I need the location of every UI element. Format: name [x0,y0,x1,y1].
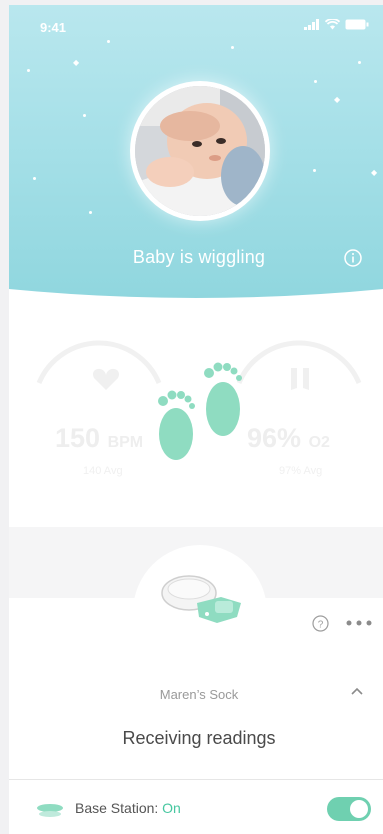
star-icon: ◆ [334,95,341,104]
help-icon[interactable]: ? [312,615,329,632]
header: 9:41 ◆ ◆ ◆ Baby is wiggling [9,5,383,305]
base-station-label: Base Station: On [75,800,181,816]
device-card [9,598,383,834]
baby-illustration [135,86,265,216]
toggle-knob [350,800,368,818]
baby-photo-image [135,86,265,216]
sock-device-icon [161,575,241,623]
vitals-gauges: 150 BPM 140 Avg 96% O2 97% Avg [9,323,383,528]
more-icon[interactable] [346,619,372,627]
status-icons [304,19,369,30]
battery-icon [345,19,369,30]
svg-text:?: ? [318,620,324,631]
signal-icon [304,19,319,30]
device-name: Maren’s Sock [159,687,239,702]
sparkle [107,40,110,43]
app-screen: 9:41 ◆ ◆ ◆ Baby is wiggling 150 BPM 140 … [9,5,383,834]
base-station-icon [37,804,63,817]
heart-rate-average: 140 Avg [83,465,123,477]
status-time: 9:41 [40,20,67,35]
sparkle [314,80,317,83]
star-icon: ◆ [371,168,378,177]
reading-status: Receiving readings [122,728,276,748]
wifi-icon [325,19,340,30]
sparkle [313,169,316,172]
sparkle [89,211,92,214]
oxygen-value: 96% O2 [247,423,330,453]
star-icon: ◆ [73,58,80,67]
baby-status-title: Baby is wiggling [132,247,266,267]
oxygen-average: 97% Avg [279,465,323,477]
chevron-up-icon[interactable] [350,686,364,696]
info-icon[interactable] [343,248,363,268]
sparkle [358,61,361,64]
base-station-toggle[interactable] [327,797,371,821]
header-wave [9,289,383,327]
baby-photo[interactable] [130,81,270,221]
base-station-value: On [162,800,181,816]
divider [9,779,383,780]
sparkle [27,69,30,72]
sparkle [231,46,234,49]
footprints-icon [158,362,242,460]
sparkle [33,177,36,180]
heart-rate-value: 150 BPM [55,423,144,453]
sparkle [83,114,86,117]
